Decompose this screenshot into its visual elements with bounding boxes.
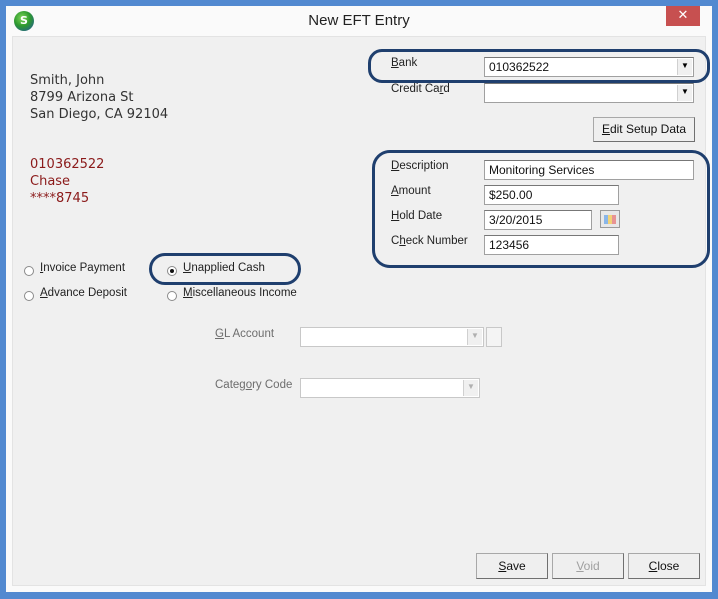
save-button[interactable]: Save	[476, 553, 548, 579]
description-input[interactable]: Monitoring Services	[484, 160, 694, 180]
bank-select[interactable]: 010362522 ▼	[484, 57, 694, 77]
chevron-down-icon[interactable]: ▼	[677, 59, 692, 75]
chevron-down-icon[interactable]: ▼	[467, 329, 482, 345]
unapplied-cash-radio[interactable]	[167, 266, 177, 276]
hold-date-label: Hold Date	[391, 210, 443, 222]
check-number-input[interactable]: 123456	[484, 235, 619, 255]
bank-routing: 010362522	[30, 157, 105, 172]
chevron-down-icon[interactable]: ▼	[677, 85, 692, 101]
check-number-label: Check Number	[391, 235, 468, 247]
close-icon: ✕	[677, 8, 689, 23]
amount-label: Amount	[391, 185, 431, 197]
dialog-content: Smith, John 8799 Arizona St San Diego, C…	[12, 36, 710, 586]
amount-input[interactable]: $250.00	[484, 185, 619, 205]
customer-address: Smith, John 8799 Arizona St San Diego, C…	[30, 72, 168, 123]
close-window-button[interactable]: ✕	[666, 6, 700, 26]
unapplied-cash-label[interactable]: Unapplied Cash	[183, 262, 265, 274]
bank-value: 010362522	[489, 60, 550, 74]
void-button[interactable]: Void	[552, 553, 624, 579]
customer-street: 8799 Arizona St	[30, 90, 134, 105]
bank-name: Chase	[30, 174, 71, 189]
title-bar[interactable]: S New EFT Entry ✕	[6, 6, 712, 36]
gl-account-label: GL Account	[215, 328, 275, 340]
credit-card-label: Credit Card	[391, 83, 450, 95]
customer-name: Smith, John	[30, 73, 105, 88]
window-title: New EFT Entry	[308, 12, 410, 29]
gl-lookup-button[interactable]	[486, 327, 502, 347]
category-code-select[interactable]: ▼	[300, 378, 480, 398]
dialog-window: S New EFT Entry ✕ Smith, John 8799 Arizo…	[6, 6, 712, 592]
category-code-label: Category Code	[215, 379, 293, 391]
bank-info: 010362522 Chase ****8745	[30, 156, 104, 207]
bank-account: ****8745	[30, 191, 90, 206]
close-button[interactable]: Close	[628, 553, 700, 579]
bank-label: Bank	[391, 57, 418, 69]
invoice-payment-label[interactable]: Invoice Payment	[40, 262, 125, 274]
hold-date-input[interactable]: 3/20/2015	[484, 210, 592, 230]
advance-deposit-radio[interactable]	[24, 291, 34, 301]
chevron-down-icon[interactable]: ▼	[463, 380, 478, 396]
calendar-icon[interactable]	[600, 210, 620, 228]
customer-city: San Diego, CA 92104	[30, 107, 169, 122]
edit-setup-data-button[interactable]: Edit Setup Data	[593, 117, 695, 142]
credit-card-select[interactable]: ▼	[484, 83, 694, 103]
miscellaneous-income-radio[interactable]	[167, 291, 177, 301]
invoice-payment-radio[interactable]	[24, 266, 34, 276]
miscellaneous-income-label[interactable]: Miscellaneous Income	[183, 287, 297, 299]
advance-deposit-label[interactable]: Advance Deposit	[40, 287, 127, 299]
description-label: Description	[391, 160, 449, 172]
gl-account-select[interactable]: ▼	[300, 327, 484, 347]
